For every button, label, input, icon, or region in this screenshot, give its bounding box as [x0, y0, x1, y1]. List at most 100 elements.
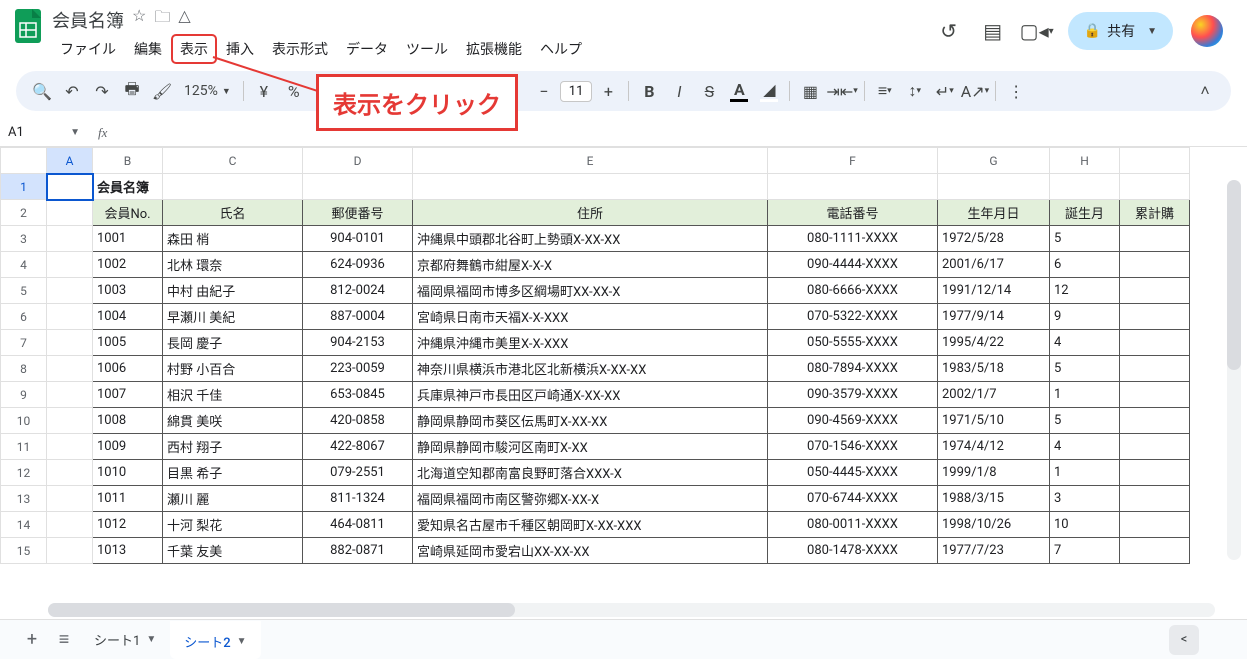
zoom-select[interactable]: 125%▼	[178, 77, 237, 105]
cell[interactable]	[47, 252, 93, 278]
table-cell[interactable]	[1120, 304, 1190, 330]
row-header[interactable]: 11	[1, 434, 47, 460]
table-title[interactable]: 会員名簿	[93, 174, 163, 200]
column-header[interactable]: A	[47, 148, 93, 174]
cell[interactable]	[47, 512, 93, 538]
table-cell[interactable]: 1977/9/14	[938, 304, 1050, 330]
cell[interactable]	[163, 174, 303, 200]
font-size-decrease[interactable]: −	[530, 77, 558, 105]
bold-icon[interactable]: B	[635, 77, 663, 105]
table-cell[interactable]: 1	[1050, 460, 1120, 486]
cell[interactable]	[47, 174, 93, 200]
table-cell[interactable]: 静岡県静岡市葵区伝馬町X-XX-XX	[413, 408, 768, 434]
vertical-scrollbar[interactable]	[1227, 180, 1241, 560]
cell[interactable]	[47, 304, 93, 330]
table-header-cell[interactable]: 電話番号	[768, 200, 938, 226]
table-cell[interactable]: 1	[1050, 382, 1120, 408]
table-cell[interactable]: 1005	[93, 330, 163, 356]
all-sheets-menu-icon[interactable]: ≡	[48, 624, 80, 656]
table-cell[interactable]: 1002	[93, 252, 163, 278]
table-cell[interactable]: 瀬川 麗	[163, 486, 303, 512]
table-cell[interactable]: 223-0059	[303, 356, 413, 382]
paint-format-icon[interactable]: 🖌	[148, 77, 176, 105]
table-cell[interactable]: 1977/7/23	[938, 538, 1050, 564]
table-cell[interactable]: 5	[1050, 226, 1120, 252]
table-cell[interactable]: 070-6744-XXXX	[768, 486, 938, 512]
table-cell[interactable]: 西村 翔子	[163, 434, 303, 460]
cell[interactable]	[768, 174, 938, 200]
table-cell[interactable]: 080-6666-XXXX	[768, 278, 938, 304]
row-header[interactable]: 5	[1, 278, 47, 304]
table-cell[interactable]: 北海道空知郡南富良野町落合XXX-X	[413, 460, 768, 486]
table-cell[interactable]: 420-0858	[303, 408, 413, 434]
table-cell[interactable]	[1120, 382, 1190, 408]
table-cell[interactable]: 080-1111-XXXX	[768, 226, 938, 252]
table-cell[interactable]: 長岡 慶子	[163, 330, 303, 356]
table-cell[interactable]: 4	[1050, 434, 1120, 460]
table-cell[interactable]: 5	[1050, 408, 1120, 434]
table-cell[interactable]: 3	[1050, 486, 1120, 512]
v-align-icon[interactable]: ↕▾	[901, 77, 929, 105]
table-cell[interactable]: 2002/1/7	[938, 382, 1050, 408]
table-cell[interactable]: 愛知県名古屋市千種区朝岡町X-XX-XXX	[413, 512, 768, 538]
cell[interactable]	[47, 460, 93, 486]
table-cell[interactable]: 070-5322-XXXX	[768, 304, 938, 330]
row-header[interactable]: 14	[1, 512, 47, 538]
table-cell[interactable]: 1003	[93, 278, 163, 304]
table-cell[interactable]: 070-1546-XXXX	[768, 434, 938, 460]
column-header[interactable]: H	[1050, 148, 1120, 174]
table-cell[interactable]: 2001/6/17	[938, 252, 1050, 278]
collapse-toolbar-icon[interactable]: ˄	[1191, 77, 1219, 105]
table-cell[interactable]: 神奈川県横浜市港北区北新横浜X-XX-XX	[413, 356, 768, 382]
table-cell[interactable]	[1120, 356, 1190, 382]
table-cell[interactable]: 北林 環奈	[163, 252, 303, 278]
table-cell[interactable]: 1009	[93, 434, 163, 460]
cell[interactable]	[47, 538, 93, 564]
table-header-cell[interactable]: 郵便番号	[303, 200, 413, 226]
cell[interactable]	[47, 200, 93, 226]
table-cell[interactable]: 624-0936	[303, 252, 413, 278]
column-header[interactable]: B	[93, 148, 163, 174]
table-cell[interactable]: 千葉 友美	[163, 538, 303, 564]
table-cell[interactable]: 京都府舞鶴市紺屋X-X-X	[413, 252, 768, 278]
share-button[interactable]: 🔒 共有 ▼	[1068, 12, 1173, 50]
comments-icon[interactable]: ▤	[980, 18, 1006, 44]
table-cell[interactable]	[1120, 512, 1190, 538]
horizontal-scrollbar[interactable]	[48, 603, 1215, 617]
menu-ファイル[interactable]: ファイル	[52, 35, 124, 63]
row-header[interactable]: 8	[1, 356, 47, 382]
table-cell[interactable]: 沖縄県沖縄市美里X-X-XXX	[413, 330, 768, 356]
table-cell[interactable]: 1006	[93, 356, 163, 382]
row-header[interactable]: 10	[1, 408, 47, 434]
currency-yen-icon[interactable]: ¥	[250, 77, 278, 105]
cell[interactable]	[47, 486, 93, 512]
cell[interactable]	[413, 174, 768, 200]
redo-icon[interactable]: ↷	[88, 77, 116, 105]
table-cell[interactable]: 早瀬川 美紀	[163, 304, 303, 330]
table-cell[interactable]: 1974/4/12	[938, 434, 1050, 460]
name-box[interactable]: A1▼	[0, 121, 88, 144]
table-header-cell[interactable]: 生年月日	[938, 200, 1050, 226]
table-cell[interactable]: 1972/5/28	[938, 226, 1050, 252]
table-cell[interactable]: 4	[1050, 330, 1120, 356]
table-cell[interactable]: 9	[1050, 304, 1120, 330]
cell[interactable]	[938, 174, 1050, 200]
cell[interactable]	[47, 382, 93, 408]
table-cell[interactable]: 464-0811	[303, 512, 413, 538]
table-cell[interactable]: 653-0845	[303, 382, 413, 408]
column-header[interactable]: C	[163, 148, 303, 174]
table-cell[interactable]: 1988/3/15	[938, 486, 1050, 512]
table-cell[interactable]	[1120, 330, 1190, 356]
strikethrough-icon[interactable]: S	[695, 77, 723, 105]
table-cell[interactable]: 080-7894-XXXX	[768, 356, 938, 382]
table-cell[interactable]: 1991/12/14	[938, 278, 1050, 304]
menu-表示[interactable]: 表示	[172, 35, 216, 63]
table-header-cell[interactable]: 住所	[413, 200, 768, 226]
document-title[interactable]: 会員名簿	[52, 7, 124, 33]
table-cell[interactable]: 1004	[93, 304, 163, 330]
table-cell[interactable]: 目黒 希子	[163, 460, 303, 486]
table-cell[interactable]: 882-0871	[303, 538, 413, 564]
more-tools-icon[interactable]: ⋮	[1002, 77, 1030, 105]
cell[interactable]	[47, 330, 93, 356]
sheet-tab[interactable]: シート1▼	[80, 621, 170, 659]
